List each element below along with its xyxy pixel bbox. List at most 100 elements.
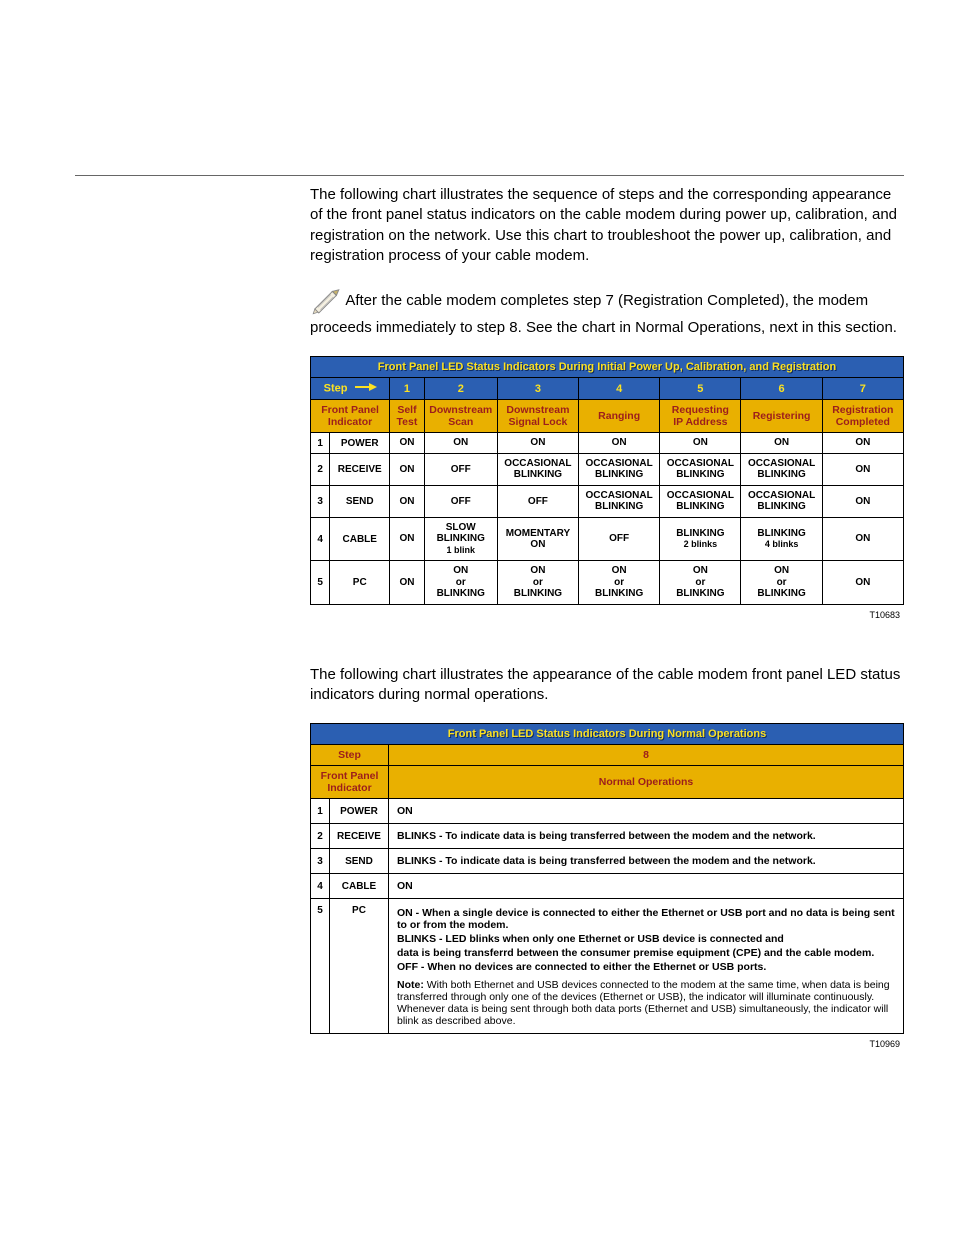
step-5: 5	[660, 378, 741, 400]
row-num: 5	[311, 561, 330, 605]
table2-row: 2RECEIVEBLINKS - To indicate data is bei…	[311, 824, 904, 849]
row-cell: ON	[424, 433, 497, 454]
step-1: 1	[390, 378, 425, 400]
row-indicator: CABLE	[330, 517, 390, 561]
row-cell: ONorBLINKING	[741, 561, 822, 605]
row-cell: ONorBLINKING	[579, 561, 660, 605]
row-num: 3	[311, 485, 330, 517]
page: The following chart illustrates the sequ…	[0, 0, 954, 1235]
note-hand-icon	[310, 284, 342, 318]
row-cell: OCCASIONALBLINKING	[579, 453, 660, 485]
row-indicator: PC	[330, 899, 389, 1034]
row-cell: SLOWBLINKING1 blink	[424, 517, 497, 561]
row-cell: ON	[660, 433, 741, 454]
row-indicator: PC	[330, 561, 390, 605]
row-num: 1	[311, 433, 330, 454]
row-indicator: SEND	[330, 485, 390, 517]
table1-ref-code: T10683	[310, 607, 904, 620]
row-cell: ON	[390, 433, 425, 454]
table1-title-row: Front Panel LED Status Indicators During…	[311, 357, 904, 378]
table2-step-label: Step	[311, 745, 389, 766]
row-cell: ON	[390, 485, 425, 517]
row-desc-pc: ON - When a single device is connected t…	[389, 899, 904, 1034]
row-indicator: POWER	[330, 433, 390, 454]
row-cell: OCCASIONALBLINKING	[660, 453, 741, 485]
table2-row-pc: 5 PC ON - When a single device is connec…	[311, 899, 904, 1034]
row-cell: OCCASIONALBLINKING	[741, 485, 822, 517]
table2-step-row: Step 8	[311, 745, 904, 766]
front-panel-indicator-label: Front PanelIndicator	[311, 400, 390, 433]
row-indicator: RECEIVE	[330, 453, 390, 485]
phase-7: RegistrationCompleted	[822, 400, 903, 433]
table1-row: 2RECEIVEONOFFOCCASIONALBLINKINGOCCASIONA…	[311, 453, 904, 485]
row-cell: OFF	[497, 485, 578, 517]
row-cell: ON	[741, 433, 822, 454]
row-indicator: SEND	[330, 849, 389, 874]
row-num: 4	[311, 517, 330, 561]
table1-row: 5PCONONorBLINKINGONorBLINKINGONorBLINKIN…	[311, 561, 904, 605]
table1-step-row: Step 1 2 3 4 5 6 7	[311, 378, 904, 400]
step-3: 3	[497, 378, 578, 400]
table2-phase: Normal Operations	[389, 766, 904, 799]
row-desc: ON	[389, 799, 904, 824]
row-cell: ONorBLINKING	[660, 561, 741, 605]
row-cell: BLINKING4 blinks	[741, 517, 822, 561]
table1-title: Front Panel LED Status Indicators During…	[311, 357, 904, 378]
row-num: 3	[311, 849, 330, 874]
row-indicator: CABLE	[330, 874, 389, 899]
table1-step-label-cell: Step	[311, 378, 390, 400]
table1-row: 4CABLEONSLOWBLINKING1 blinkMOMENTARYONOF…	[311, 517, 904, 561]
led-normal-ops-table: Front Panel LED Status Indicators During…	[310, 723, 904, 1034]
row-num: 4	[311, 874, 330, 899]
table2-phase-row: Front PanelIndicator Normal Operations	[311, 766, 904, 799]
row-cell: OCCASIONALBLINKING	[497, 453, 578, 485]
row-desc: BLINKS - To indicate data is being trans…	[389, 824, 904, 849]
row-desc: BLINKS - To indicate data is being trans…	[389, 849, 904, 874]
phase-3: DownstreamSignal Lock	[497, 400, 578, 433]
table2-title: Front Panel LED Status Indicators During…	[311, 724, 904, 745]
row-cell: ON	[822, 561, 903, 605]
row-cell: ON	[390, 453, 425, 485]
table1-row: 3SENDONOFFOFFOCCASIONALBLINKINGOCCASIONA…	[311, 485, 904, 517]
phase-1: SelfTest	[390, 400, 425, 433]
table1-phase-row: Front PanelIndicator SelfTest Downstream…	[311, 400, 904, 433]
row-cell: OFF	[424, 453, 497, 485]
header-rule	[75, 175, 904, 176]
row-num: 2	[311, 824, 330, 849]
phase-4: Ranging	[579, 400, 660, 433]
step-label: Step	[324, 383, 348, 395]
row-cell: BLINKING2 blinks	[660, 517, 741, 561]
row-cell: ON	[822, 453, 903, 485]
arrow-right-icon	[355, 382, 377, 395]
section1-intro: The following chart illustrates the sequ…	[310, 185, 904, 266]
row-cell: ON	[822, 517, 903, 561]
table2-step-value: 8	[389, 745, 904, 766]
row-indicator: RECEIVE	[330, 824, 389, 849]
section2-intro: The following chart illustrates the appe…	[310, 665, 904, 706]
row-cell: OCCASIONALBLINKING	[660, 485, 741, 517]
table2-row: 4CABLEON	[311, 874, 904, 899]
step-7: 7	[822, 378, 903, 400]
row-cell: OCCASIONALBLINKING	[579, 485, 660, 517]
table2-ref-code: T10969	[310, 1036, 904, 1049]
step-4: 4	[579, 378, 660, 400]
row-cell: MOMENTARYON	[497, 517, 578, 561]
row-cell: ON	[390, 517, 425, 561]
row-num: 1	[311, 799, 330, 824]
row-cell: ONorBLINKING	[424, 561, 497, 605]
step-2: 2	[424, 378, 497, 400]
led-powerup-table: Front Panel LED Status Indicators During…	[310, 356, 904, 605]
row-cell: OFF	[424, 485, 497, 517]
phase-5: RequestingIP Address	[660, 400, 741, 433]
row-indicator: POWER	[330, 799, 389, 824]
row-num: 5	[311, 899, 330, 1034]
row-desc: ON	[389, 874, 904, 899]
note-paragraph: After the cable modem completes step 7 (…	[310, 284, 904, 338]
row-cell: ON	[497, 433, 578, 454]
note-text: After the cable modem completes step 7 (…	[310, 292, 897, 336]
row-cell: ON	[579, 433, 660, 454]
row-cell: ON	[390, 561, 425, 605]
table1-row: 1POWERONONONONONONON	[311, 433, 904, 454]
table2-title-row: Front Panel LED Status Indicators During…	[311, 724, 904, 745]
step-6: 6	[741, 378, 822, 400]
